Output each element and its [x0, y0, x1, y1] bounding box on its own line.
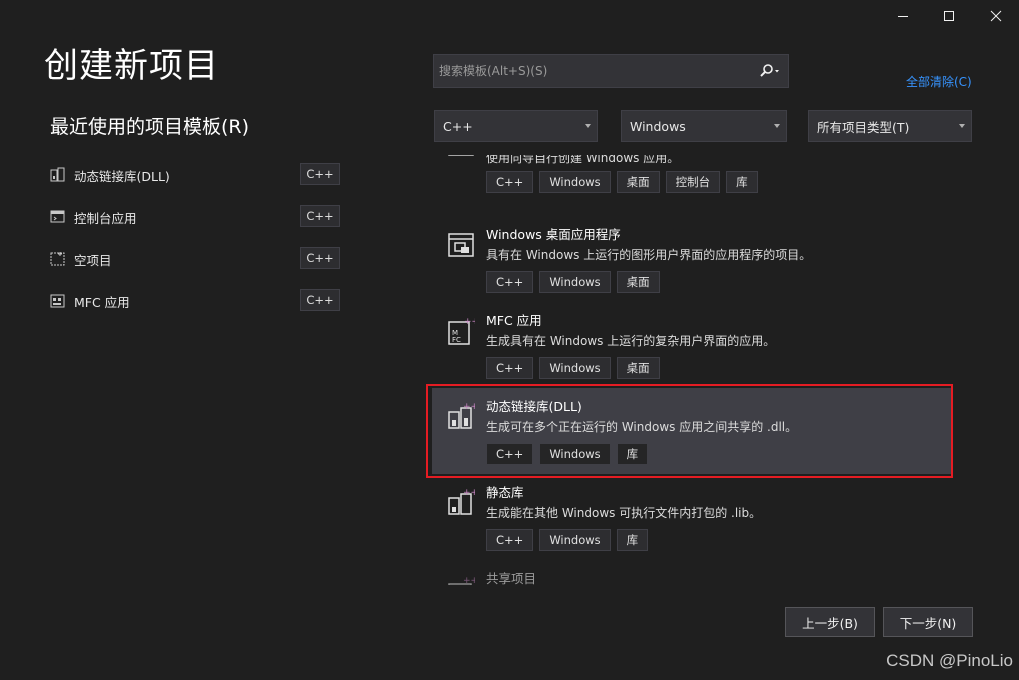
template-tags: C++ Windows 桌面	[486, 357, 666, 379]
empty-project-icon	[50, 251, 66, 267]
tag: Windows	[539, 171, 611, 193]
search-box	[433, 54, 789, 88]
recent-item-label: MFC 应用	[74, 294, 130, 310]
template-item-mfc-app[interactable]: MFC++ MFC 应用 生成具有在 Windows 上运行的复杂用户界面的应用…	[432, 302, 952, 388]
recent-item-dll[interactable]: 动态链接库(DLL) C++	[50, 161, 350, 189]
minimize-icon	[898, 16, 908, 17]
template-name: MFC 应用	[486, 313, 542, 328]
svg-text:++: ++	[463, 488, 475, 498]
tag: C++	[486, 171, 534, 193]
svg-text:++: ++	[464, 317, 475, 327]
watermark: CSDN @PinoLio	[886, 651, 1013, 670]
template-description: 生成能在其他 Windows 可执行文件内打包的 .lib。	[486, 506, 762, 520]
maximize-icon	[944, 11, 954, 21]
search-options-button[interactable]	[754, 59, 786, 83]
tag: C++	[486, 529, 534, 551]
template-description: 使用向导自行创建 Windows 应用。	[486, 155, 680, 165]
language-badge: C++	[300, 247, 340, 269]
windows-desktop-app-icon	[447, 230, 475, 260]
tag: C++	[486, 357, 534, 379]
language-badge: C++	[300, 163, 340, 185]
search-input[interactable]	[434, 55, 752, 87]
recent-item-empty-project[interactable]: 空项目 C++	[50, 245, 350, 273]
console-app-icon	[50, 209, 66, 225]
recent-item-console-app[interactable]: 控制台应用 C++	[50, 203, 350, 231]
mfc-app-icon	[50, 293, 66, 309]
svg-text:++: ++	[463, 576, 475, 585]
next-button[interactable]: 下一步(N)	[883, 607, 973, 637]
tag: 控制台	[665, 171, 721, 193]
recent-item-label: 控制台应用	[74, 210, 137, 226]
minimize-button[interactable]	[880, 0, 926, 32]
template-name: 静态库	[486, 485, 524, 500]
language-badge: C++	[300, 205, 340, 227]
shared-project-icon: ++	[447, 574, 478, 585]
svg-text:FC: FC	[452, 336, 461, 344]
template-description: 生成具有在 Windows 上运行的复杂用户界面的应用。	[486, 334, 776, 348]
template-item-windows-desktop-app[interactable]: Windows 桌面应用程序 具有在 Windows 上运行的图形用户界面的应用…	[432, 216, 952, 302]
dll-icon	[50, 167, 66, 183]
platform-filter-dropdown[interactable]: Windows	[621, 110, 787, 142]
tag: C++	[486, 271, 534, 293]
recent-item-label: 空项目	[74, 252, 112, 268]
wizard-icon	[447, 155, 475, 175]
language-filter-value: C++	[443, 118, 473, 134]
tag: 库	[726, 171, 758, 193]
tag: Windows	[539, 529, 611, 551]
template-item-static-library[interactable]: ++ 静态库 生成能在其他 Windows 可执行文件内打包的 .lib。 C+…	[432, 474, 952, 560]
template-name: Windows 桌面应用程序	[486, 227, 621, 242]
template-tags: C++ Windows 库	[486, 529, 654, 551]
tag: 桌面	[616, 271, 660, 293]
chevron-down-icon	[959, 124, 965, 128]
selection-highlight-outline	[426, 384, 953, 478]
mfc-app-icon: MFC++	[447, 316, 479, 346]
template-list[interactable]: 使用向导自行创建 Windows 应用。 C++ Windows 桌面 控制台 …	[432, 155, 952, 585]
recent-templates-heading: 最近使用的项目模板(R)	[50, 116, 250, 138]
chevron-down-icon	[774, 124, 780, 128]
template-tags: C++ Windows 桌面	[486, 271, 666, 293]
back-button[interactable]: 上一步(B)	[785, 607, 875, 637]
tag: 桌面	[616, 171, 660, 193]
language-badge: C++	[300, 289, 340, 311]
tag: Windows	[539, 357, 611, 379]
maximize-button[interactable]	[926, 0, 972, 32]
project-type-filter-value: 所有项目类型(T)	[817, 119, 910, 135]
language-filter-dropdown[interactable]: C++	[434, 110, 598, 142]
tag: 库	[616, 529, 649, 551]
recent-item-label: 动态链接库(DLL)	[74, 168, 170, 184]
recent-item-mfc-app[interactable]: MFC 应用 C++	[50, 287, 350, 315]
close-icon	[990, 10, 1002, 22]
template-description: 具有在 Windows 上运行的图形用户界面的应用程序的项目。	[486, 248, 812, 262]
project-type-filter-dropdown[interactable]: 所有项目类型(T)	[808, 110, 972, 142]
template-name: 共享项目	[486, 571, 537, 585]
tag: 桌面	[616, 357, 660, 379]
template-tags: C++ Windows 桌面 控制台 库	[486, 171, 764, 193]
template-item-shared-project[interactable]: ++ 共享项目	[432, 560, 952, 585]
static-library-icon: ++	[447, 488, 478, 518]
close-button[interactable]	[973, 0, 1019, 32]
clear-all-link[interactable]: 全部清除(C)	[906, 73, 972, 90]
page-title: 创建新项目	[44, 46, 219, 86]
platform-filter-value: Windows	[630, 118, 686, 134]
chevron-down-icon	[585, 124, 591, 128]
tag: Windows	[539, 271, 611, 293]
search-icon	[760, 64, 779, 77]
